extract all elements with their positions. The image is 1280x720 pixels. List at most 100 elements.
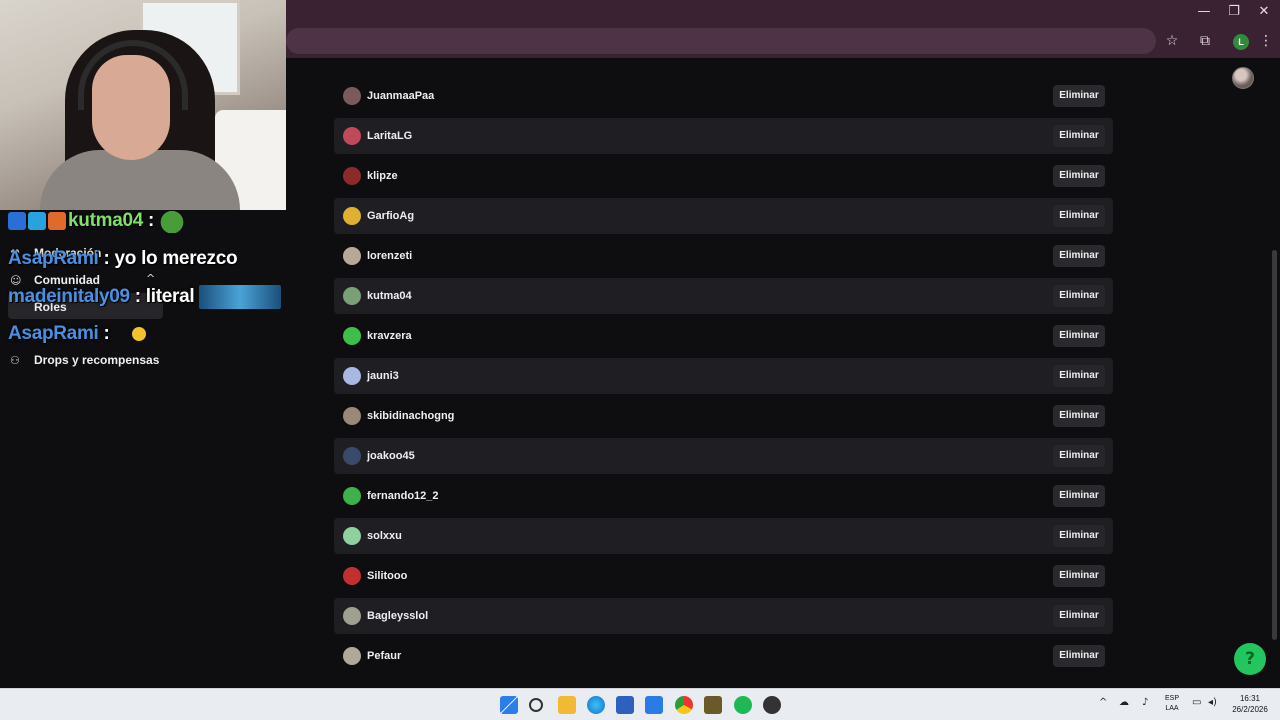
remove-user-button[interactable]: Eliminar [1053,245,1105,267]
remove-user-button[interactable]: Eliminar [1053,605,1105,627]
page-scrollbar[interactable] [1272,250,1277,640]
tray-chevron-up-icon[interactable]: ^ [1099,697,1107,708]
close-button[interactable]: ✕ [1249,4,1279,22]
taskbar-clock[interactable]: 16:31 26/2/2026 [1228,693,1272,715]
user-avatar[interactable] [343,167,361,185]
remove-user-button[interactable]: Eliminar [1053,445,1105,467]
user-avatar[interactable] [343,367,361,385]
user-name[interactable]: kutma04 [367,290,412,302]
remove-user-button[interactable]: Eliminar [1053,485,1105,507]
address-field[interactable] [286,28,1156,54]
network-icon[interactable]: ▭ [1192,697,1201,708]
sidebar-item-drops[interactable]: ⚇ Drops y recompensas [10,350,159,370]
chevron-up-icon[interactable]: ^ [146,272,155,285]
language-indicator[interactable]: ESP LAA [1160,694,1184,714]
user-name[interactable]: klipze [367,170,398,182]
remove-user-button[interactable]: Eliminar [1053,205,1105,227]
user-row: Pefaur Eliminar [334,638,1113,674]
browser-profile-avatar[interactable]: L [1233,34,1249,50]
user-name[interactable]: jauni3 [367,370,399,382]
account-avatar[interactable] [1232,67,1254,89]
outlook-icon[interactable] [645,696,663,714]
remove-user-button[interactable]: Eliminar [1053,85,1105,107]
file-explorer-icon[interactable] [558,696,576,714]
pepe-emote-icon [159,209,185,233]
user-avatar[interactable] [343,487,361,505]
user-name[interactable]: JuanmaaPaa [367,90,434,102]
remove-user-button[interactable]: Eliminar [1053,365,1105,387]
user-avatar[interactable] [343,127,361,145]
user-name[interactable]: solxxu [367,530,402,542]
webcam-overlay [0,0,286,210]
user-name[interactable]: Pefaur [367,650,401,662]
user-name[interactable]: Silitooo [367,570,407,582]
user-avatar[interactable] [343,527,361,545]
chat-username: kutma04 [68,210,143,232]
remove-user-button[interactable]: Eliminar [1053,325,1105,347]
chat-username: madeinitaly09 [8,286,130,308]
extensions-icon[interactable]: ⧉ [1196,33,1214,51]
restore-button[interactable]: ❐ [1219,4,1249,22]
spotify-icon[interactable] [734,696,752,714]
chat-message: AsapRami : [8,323,146,345]
chat-message: kutma04 : [8,209,185,233]
webcam-streamer-body [40,150,240,210]
user-avatar[interactable] [343,647,361,665]
user-name[interactable]: joakoo45 [367,450,415,462]
user-avatar[interactable] [343,327,361,345]
help-chat-button[interactable]: ? [1234,643,1266,675]
search-icon[interactable] [529,698,543,712]
chat-text: : yo lo merezco [103,248,238,269]
user-row: JuanmaaPaa Eliminar [334,78,1113,114]
remove-user-button[interactable]: Eliminar [1053,645,1105,667]
edge-icon[interactable] [587,696,605,714]
user-avatar[interactable] [343,447,361,465]
user-avatar[interactable] [343,567,361,585]
user-avatar[interactable] [343,607,361,625]
chat-message: madeinitaly09 : literal [8,285,282,309]
remove-user-button[interactable]: Eliminar [1053,405,1105,427]
user-row: fernando12_2 Eliminar [334,478,1113,514]
user-name[interactable]: skibidinachogng [367,410,454,422]
remove-user-button[interactable]: Eliminar [1053,565,1105,587]
minimize-button[interactable]: — [1189,4,1219,22]
cloud-icon[interactable]: ☁ [1119,697,1129,708]
user-name[interactable]: kravzera [367,330,412,342]
user-name[interactable]: lorenzeti [367,250,412,262]
user-row: LaritaLG Eliminar [334,118,1113,154]
browser-menu-icon[interactable]: ⋮ [1257,33,1275,51]
chat-username: AsapRami [8,248,99,269]
bookmark-star-icon[interactable]: ☆ [1163,33,1181,51]
remove-user-button[interactable]: Eliminar [1053,525,1105,547]
windows-start-icon[interactable] [500,696,518,714]
user-name[interactable]: fernando12_2 [367,490,439,502]
user-row: joakoo45 Eliminar [334,438,1113,474]
user-avatar[interactable] [343,407,361,425]
store-icon[interactable] [616,696,634,714]
user-row: kravzera Eliminar [334,318,1113,354]
chrome-icon[interactable] [675,696,693,714]
minecraft-icon[interactable] [704,696,722,714]
smiley-emote-icon [131,326,146,341]
badge-icon [48,212,66,230]
user-avatar[interactable] [343,87,361,105]
user-name[interactable]: GarfioAg [367,210,414,222]
remove-user-button[interactable]: Eliminar [1053,165,1105,187]
user-row: GarfioAg Eliminar [334,198,1113,234]
remove-user-button[interactable]: Eliminar [1053,125,1105,147]
user-row: solxxu Eliminar [334,518,1113,554]
microphone-icon[interactable]: ♪ [1142,697,1148,708]
user-name[interactable]: Bagleysslol [367,610,428,622]
chat-text: : [147,210,155,232]
remove-user-button[interactable]: Eliminar [1053,285,1105,307]
chat-text: : [103,323,110,344]
keyboard-layout: LAA [1165,705,1179,712]
user-avatar[interactable] [343,247,361,265]
user-avatar[interactable] [343,207,361,225]
user-row: kutma04 Eliminar [334,278,1113,314]
volume-icon[interactable]: ◂) [1208,697,1217,708]
user-avatar[interactable] [343,287,361,305]
obs-icon[interactable] [763,696,781,714]
user-name[interactable]: LaritaLG [367,130,412,142]
community-user-list: JuanmaaPaa Eliminar LaritaLG Eliminar klipze… [334,80,1124,690]
